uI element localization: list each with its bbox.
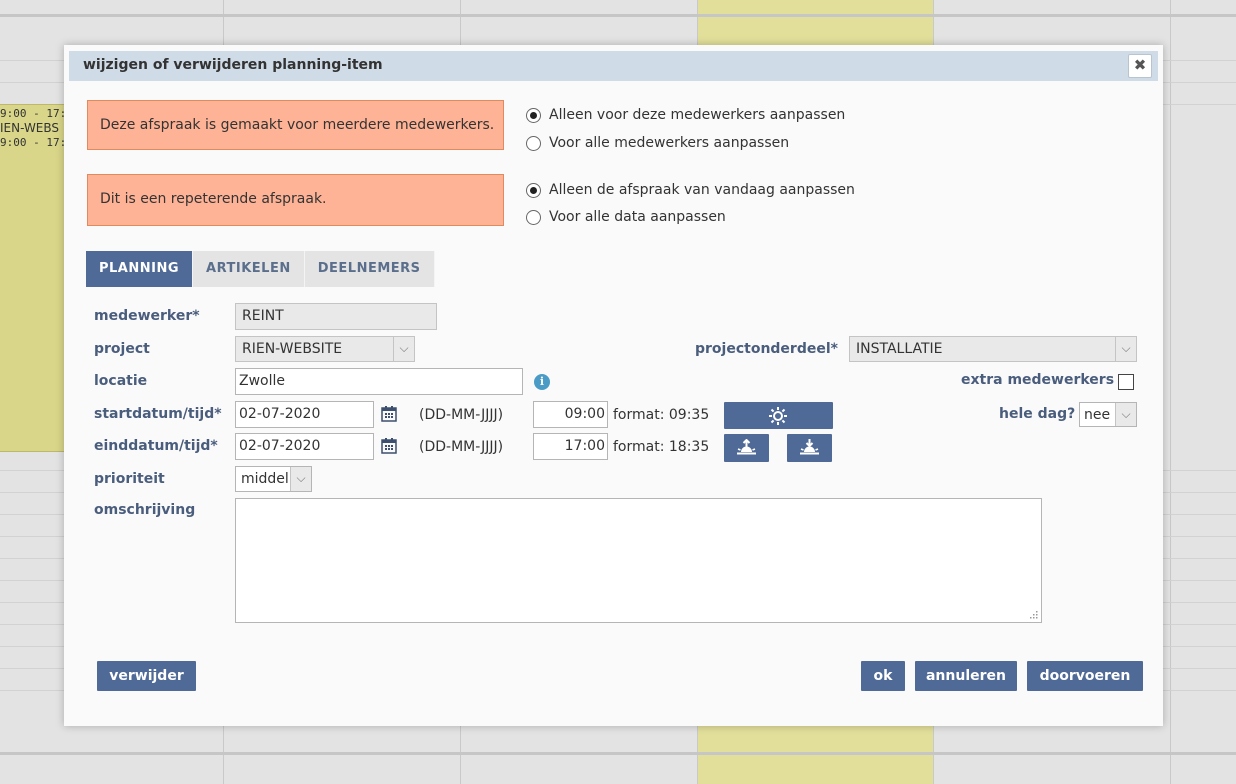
calendar-icon[interactable] <box>381 438 397 454</box>
einddatum-label: einddatum/tijd* <box>94 438 218 454</box>
start-time-hint: format: 09:35 <box>613 407 710 423</box>
radio-label: Voor alle data aanpassen <box>549 209 726 225</box>
tab-bar: PLANNING ARTIKELEN DEELNEMERS <box>86 251 435 287</box>
ok-button[interactable]: ok <box>861 661 905 691</box>
tab-deelnemers[interactable]: DEELNEMERS <box>304 251 435 287</box>
prioriteit-select[interactable]: middel ⌵ <box>235 466 312 492</box>
chevron-down-icon[interactable]: ⌵ <box>1115 403 1136 426</box>
apply-button[interactable]: doorvoeren <box>1027 661 1143 691</box>
locatie-input[interactable]: Zwolle <box>235 368 523 395</box>
calendar-event[interactable]: 9:00 - 17:0 IEN-WEBS 9:00 - 17: <box>0 104 73 452</box>
calendar-event-time: 9:00 - 17:0 <box>0 107 73 120</box>
sunrise-icon <box>737 439 756 455</box>
extra-medewerkers-label: extra medewerkers <box>961 372 1115 388</box>
chevron-down-icon[interactable]: ⌵ <box>290 467 311 491</box>
chevron-down-icon[interactable]: ⌵ <box>1115 337 1136 361</box>
chevron-down-icon[interactable]: ⌵ <box>393 337 414 361</box>
sunset-icon <box>800 439 819 455</box>
radio-button[interactable] <box>526 135 541 151</box>
hele-dag-value: nee <box>1084 407 1111 423</box>
radio-button[interactable] <box>526 107 541 123</box>
start-time-input[interactable]: 09:00 <box>533 401 608 428</box>
radio-label: Voor alle medewerkers aanpassen <box>549 135 790 151</box>
omschrijving-label: omschrijving <box>94 502 196 518</box>
radio-only-these-employees[interactable]: Alleen voor deze medewerkers aanpassen <box>526 107 845 123</box>
radio-all-dates[interactable]: Voor alle data aanpassen <box>526 209 726 225</box>
radio-button[interactable] <box>526 209 541 225</box>
projectonderdeel-select[interactable]: INSTALLATIE ⌵ <box>849 336 1137 362</box>
hele-dag-select[interactable]: nee ⌵ <box>1079 402 1137 427</box>
notice-repeating: Dit is een repeterende afspraak. <box>87 174 504 226</box>
radio-label: Alleen de afspraak van vandaag aanpassen <box>549 182 855 198</box>
medewerker-field: REINT <box>235 303 437 330</box>
sunset-button[interactable] <box>787 434 832 462</box>
extra-medewerkers-checkbox[interactable] <box>1118 374 1134 390</box>
radio-only-today[interactable]: Alleen de afspraak van vandaag aanpassen <box>526 182 855 198</box>
calendar-event-time: 9:00 - 17: <box>0 136 67 149</box>
cancel-button[interactable]: annuleren <box>915 661 1017 691</box>
delete-button[interactable]: verwijder <box>97 661 196 691</box>
radio-label: Alleen voor deze medewerkers aanpassen <box>549 107 846 123</box>
calendar-header-line <box>0 14 1236 17</box>
prioriteit-value: middel <box>241 471 289 487</box>
start-time-sun-button[interactable] <box>724 402 833 429</box>
radio-button[interactable] <box>526 182 541 198</box>
calendar-column-divider <box>1170 0 1171 784</box>
start-date-input[interactable]: 02-07-2020 <box>235 401 374 428</box>
start-date-format: (DD-MM-JJJJ) <box>419 407 504 423</box>
edit-planning-dialog: wijzigen of verwijderen planning-item ✖ … <box>64 45 1163 726</box>
radio-all-employees[interactable]: Voor alle medewerkers aanpassen <box>526 135 789 151</box>
calendar-event-project: IEN-WEBS <box>0 121 60 135</box>
calendar-footer-line <box>0 752 1236 755</box>
sunrise-button[interactable] <box>724 434 769 462</box>
project-label: project <box>94 341 150 357</box>
end-date-input[interactable]: 02-07-2020 <box>235 433 374 460</box>
project-value: RIEN-WEBSITE <box>242 341 343 357</box>
end-date-format: (DD-MM-JJJJ) <box>419 439 504 455</box>
calendar-icon[interactable] <box>381 406 397 422</box>
omschrijving-textarea[interactable] <box>235 498 1042 623</box>
dialog-titlebar: wijzigen of verwijderen planning-item ✖ <box>69 51 1158 81</box>
sun-icon <box>769 407 787 425</box>
medewerker-label: medewerker* <box>94 308 200 324</box>
end-time-input[interactable]: 17:00 <box>533 433 608 460</box>
tab-artikelen[interactable]: ARTIKELEN <box>193 251 305 287</box>
startdatum-label: startdatum/tijd* <box>94 406 222 422</box>
locatie-label: locatie <box>94 373 148 389</box>
dialog-title: wijzigen of verwijderen planning-item <box>83 57 383 73</box>
prioriteit-label: prioriteit <box>94 471 165 487</box>
projectonderdeel-value: INSTALLATIE <box>856 341 943 357</box>
projectonderdeel-label: projectonderdeel* <box>695 341 838 357</box>
end-time-hint: format: 18:35 <box>613 439 710 455</box>
resize-grip-icon[interactable] <box>1029 610 1038 619</box>
info-icon[interactable]: i <box>534 374 550 390</box>
project-select[interactable]: RIEN-WEBSITE ⌵ <box>235 336 415 362</box>
hele-dag-label: hele dag? <box>999 406 1076 422</box>
tab-planning[interactable]: PLANNING <box>86 251 194 287</box>
notice-multiple-employees: Deze afspraak is gemaakt voor meerdere m… <box>87 100 504 150</box>
close-icon[interactable]: ✖ <box>1128 54 1152 78</box>
